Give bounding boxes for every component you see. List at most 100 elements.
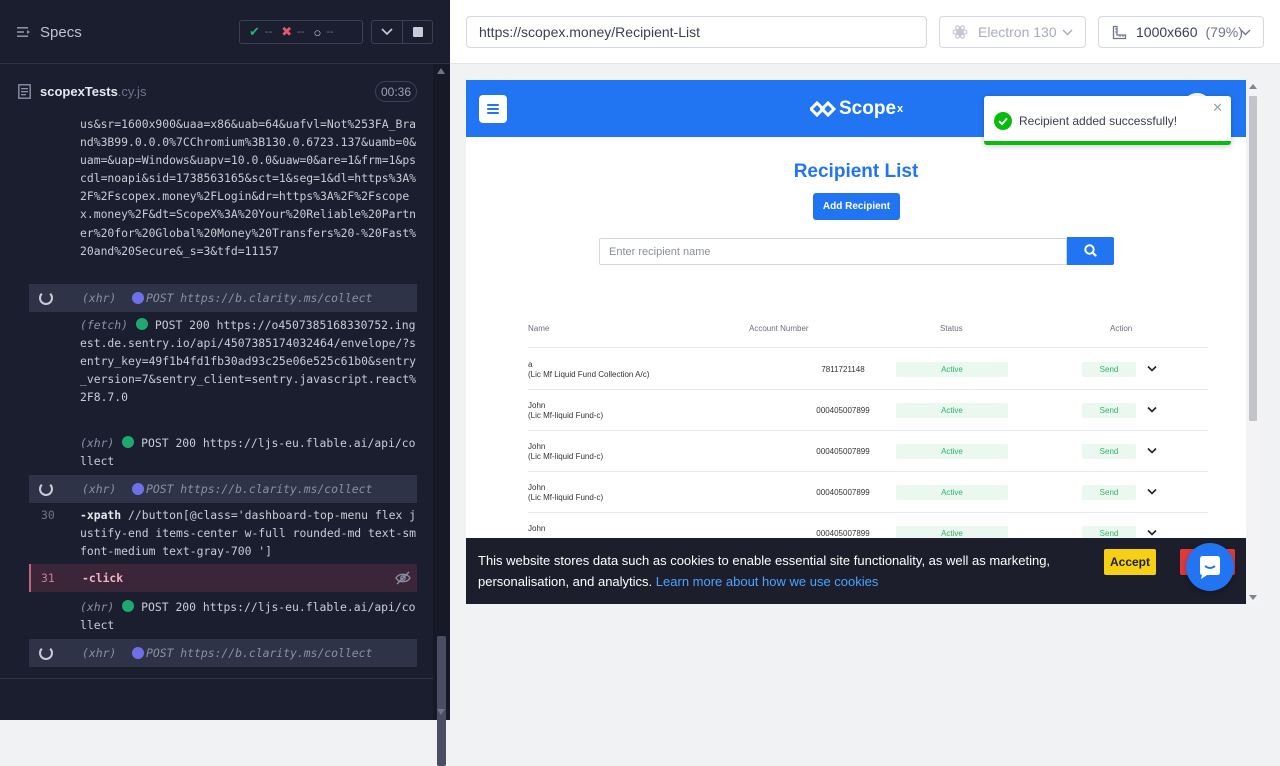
log-scrollbar[interactable] [433,64,450,766]
scrollbar-thumb[interactable] [1249,96,1257,421]
spinner-icon [39,482,53,496]
column-header-action: Action [1110,324,1133,333]
log-row-xhr[interactable]: (xhr) POST 200 https://ljs-eu.flable.ai/… [29,598,417,634]
chat-widget-button[interactable] [1186,543,1234,591]
pending-dot-icon [132,647,144,659]
chevron-down-icon[interactable] [1147,406,1157,414]
cookie-policy-link[interactable]: Learn more about how we use cookies [656,574,879,589]
pending-dot-icon [132,292,144,304]
accept-cookies-button[interactable]: Accept [1104,549,1156,575]
specs-title[interactable]: Specs [40,24,82,41]
spec-file-name: scopexTests.cy.js [40,84,147,99]
chevron-down-icon[interactable] [1147,529,1157,537]
stop-button[interactable] [403,20,433,44]
cookie-banner: This website stores data such as cookies… [466,538,1260,604]
failed-count: ✖ -- [281,24,305,39]
send-button[interactable]: Send [1082,485,1136,500]
cookie-text: This website stores data such as cookies… [478,553,1051,589]
url-field[interactable] [466,16,927,48]
specs-list-icon[interactable] [16,24,32,40]
send-button[interactable]: Send [1082,444,1136,459]
pending-count: ○ -- [313,24,334,40]
column-header-status: Status [940,324,963,333]
viewport-select[interactable]: 1000x660 (79%) [1098,16,1264,48]
status-badge: Active [896,444,1008,459]
success-dot-icon [136,318,149,330]
eye-slash-icon[interactable] [395,570,411,586]
recipient-name: John (Lic Mf-liquid Fund-c) [528,442,604,461]
chevron-down-icon[interactable] [1147,447,1157,455]
run-timer: 00:36 [375,81,417,102]
check-icon: ✔ [249,24,260,39]
pending-circle-icon: ○ [313,24,322,40]
menu-icon [487,104,499,106]
success-toast: Recipient added successfully! ✕ [984,96,1231,145]
success-dot-icon [122,436,135,448]
send-button[interactable]: Send [1082,403,1136,418]
chevron-down-icon [381,28,393,36]
chevron-down-icon[interactable] [1147,365,1157,373]
toast-message: Recipient added successfully! [1019,114,1178,128]
table-row[interactable]: a (Lic Mf Liquid Fund Collection A/c) 781… [528,349,1208,390]
command-log: us&sr=1600x900&uaa=x86&uab=64&uafvl=Not%… [29,118,417,678]
table-row[interactable]: John (Lic Mf-liquid Fund-c) 000405007899 … [528,472,1208,513]
log-row-xhr[interactable]: (xhr) POST 200 https://ljs-eu.flable.ai/… [29,434,417,470]
browser-name: Electron 130 [978,24,1057,40]
log-row-xhr[interactable]: (xhr) POST https://b.clarity.ms/collect [29,284,417,312]
log-url-text: us&sr=1600x900&uaa=x86&uab=64&uafvl=Not%… [80,118,417,258]
pending-dot-icon [132,483,144,495]
check-circle-icon [994,112,1012,130]
log-row-click-active[interactable]: 31 -click [29,564,417,592]
test-stats: ✔ -- ✖ -- ○ -- [239,20,363,44]
scroll-down-arrow-icon[interactable] [1249,595,1257,600]
close-icon[interactable]: ✕ [1212,100,1223,116]
spec-file-row: scopexTests.cy.js 00:36 [0,64,432,118]
chevron-down-icon [1240,29,1251,36]
stop-icon [412,27,423,37]
logo-mark-icon [810,101,836,117]
recipient-search-input[interactable] [599,238,1067,265]
scroll-up-arrow-icon[interactable] [1249,84,1257,89]
status-badge: Active [896,485,1008,500]
search-button[interactable] [1067,237,1114,265]
column-header-account: Account Number [749,324,809,333]
recipient-name: a (Lic Mf Liquid Fund Collection A/c) [528,360,650,379]
preview-toolbar: Electron 130 1000x660 (79%) [450,0,1280,64]
log-row-xhr[interactable]: (xhr) POST https://b.clarity.ms/collect [29,475,417,503]
spinner-icon [39,291,53,305]
table-row[interactable]: John (Lic Mf-liquid Fund-c) 000405007899 … [528,390,1208,431]
document-icon [18,84,31,99]
table-row[interactable]: John (Lic Mf-liquid Fund-c) 000405007899 … [528,431,1208,472]
browser-select[interactable]: Electron 130 [939,16,1086,48]
spinner-icon [39,646,53,660]
success-dot-icon [122,600,135,612]
page-title: Recipient List [793,161,919,182]
passed-count: ✔ -- [249,24,273,39]
scrollbar-thumb[interactable] [437,636,446,766]
expand-button[interactable] [371,20,403,44]
app-scrollbar[interactable] [1246,80,1260,604]
log-row-xhr[interactable]: (xhr) POST https://b.clarity.ms/collect [29,639,417,667]
scopex-logo[interactable]: Scope x [810,96,903,122]
zoom-level: (79%) [1205,24,1243,40]
app-under-test-frame: Scopex Recipient List Add Recipient Name… [466,80,1260,604]
toast-progress-bar [984,141,1231,145]
hamburger-menu-button[interactable] [479,95,507,123]
log-row-xpath[interactable]: 30 -xpath //button[@class='dashboard-top… [29,506,417,560]
preview-panel: Electron 130 1000x660 (79%) [450,0,1280,720]
recipient-name: John (Lic Mf-liquid Fund-c) [528,401,604,420]
status-badge: Active [896,362,1008,377]
recipient-table-header: Name Account Number Status Action [528,324,1208,348]
search-icon [1084,244,1097,257]
electron-icon [952,25,968,39]
scroll-up-arrow-icon[interactable] [437,68,445,74]
add-recipient-button[interactable]: Add Recipient [813,193,900,220]
recipient-name: John [528,524,546,533]
ruler-icon [1112,25,1127,39]
log-row-fetch[interactable]: (fetch) POST 200 https://o45073851683307… [29,316,417,406]
status-badge: Active [896,403,1008,418]
specs-header: Specs ✔ -- ✖ -- ○ -- [0,0,450,64]
scroll-down-arrow-icon[interactable] [437,709,445,715]
chevron-down-icon[interactable] [1147,488,1157,496]
send-button[interactable]: Send [1082,362,1136,377]
